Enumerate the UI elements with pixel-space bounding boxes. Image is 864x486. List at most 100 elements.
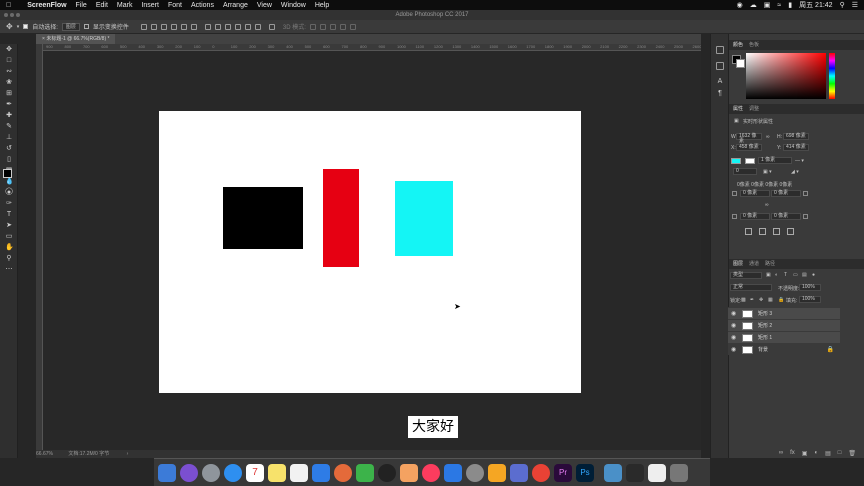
launchpad-icon[interactable] <box>202 463 220 482</box>
quick-mask-icon[interactable]: ◯ <box>5 188 13 196</box>
path-select-tool-icon[interactable]: ➤ <box>5 222 13 230</box>
menu-view[interactable]: View <box>257 2 272 9</box>
menu-mark[interactable]: Mark <box>117 2 133 9</box>
system-preferences-icon[interactable] <box>466 463 484 482</box>
tab-color[interactable]: 颜色 <box>733 40 743 50</box>
lock-all-icon[interactable]: 🔒 <box>778 297 784 303</box>
delete-layer-icon[interactable]: 🗑 <box>848 450 856 457</box>
path-combine-icon[interactable] <box>745 228 752 235</box>
tab-adjustments[interactable]: 调整 <box>749 104 759 114</box>
w-field[interactable]: 1632 像素 <box>736 133 762 144</box>
new-group-icon[interactable]: ▤ <box>825 450 831 457</box>
roll-3d-icon[interactable] <box>319 23 326 30</box>
screenflow-icon[interactable] <box>510 463 528 482</box>
menu-arrange[interactable]: Arrange <box>223 2 248 9</box>
adjustment-layer-icon[interactable]: ◐ <box>814 450 818 456</box>
apple-icon[interactable]:  <box>6 2 11 9</box>
minimize-button[interactable] <box>10 13 14 17</box>
trash-icon[interactable] <box>670 463 688 482</box>
reminders-icon[interactable] <box>290 463 308 482</box>
layer-row[interactable]: ◉ 矩形 2 <box>728 319 840 331</box>
path-intersect-icon[interactable] <box>773 228 780 235</box>
layer-name[interactable]: 背景 <box>758 344 768 356</box>
blend-mode-dropdown[interactable]: 正常 <box>730 284 772 291</box>
stroke-type-dropdown-icon[interactable]: — ▾ <box>795 158 804 164</box>
zoom-level[interactable]: 66.67% <box>36 451 53 457</box>
app-store-icon[interactable] <box>444 463 462 482</box>
photoshop-icon[interactable]: Ps <box>576 463 594 482</box>
search-icon[interactable]: ⚲ <box>840 1 845 9</box>
rotate-field[interactable]: 0 <box>733 168 757 175</box>
fill-field[interactable]: 100% <box>799 296 821 303</box>
corner-tl-field[interactable]: 0 像素 <box>740 190 770 197</box>
move-tool-icon[interactable]: ✥ <box>6 22 13 31</box>
hue-slider[interactable] <box>829 53 835 99</box>
menu-edit[interactable]: Edit <box>96 2 108 9</box>
status-menu-icon[interactable]: › <box>127 451 129 457</box>
siri-icon[interactable] <box>180 463 198 482</box>
keynote-icon[interactable] <box>312 463 330 482</box>
layer-visibility-icon[interactable]: ◉ <box>731 344 736 356</box>
layer-row[interactable]: ◉ 矩形 3 <box>728 307 840 319</box>
document-tab[interactable]: × 未标题-1 @ 66.7%(RGB/8) * <box>36 34 116 44</box>
filter-type-icon[interactable]: T <box>784 272 787 278</box>
pages-icon[interactable] <box>400 463 418 482</box>
close-button[interactable] <box>4 13 8 17</box>
rotate-3d-icon[interactable] <box>309 23 316 30</box>
safari-icon[interactable] <box>224 463 242 482</box>
fill-swatch[interactable] <box>731 158 741 164</box>
path-subtract-icon[interactable] <box>759 228 766 235</box>
align-bottom-icon[interactable] <box>160 23 167 30</box>
auto-align-icon[interactable] <box>268 23 275 30</box>
lock-artboard-icon[interactable]: ▦ <box>768 297 773 303</box>
character-panel-icon[interactable]: A <box>716 78 724 86</box>
tab-paths[interactable]: 路径 <box>765 259 775 269</box>
opacity-field[interactable]: 100% <box>799 284 821 291</box>
lock-position-icon[interactable]: ✥ <box>759 297 763 303</box>
slide-3d-icon[interactable] <box>339 23 346 30</box>
sketch-icon[interactable] <box>488 463 506 482</box>
y-field[interactable]: 414 像素 <box>783 144 809 151</box>
rectangle-2-red[interactable] <box>323 169 359 267</box>
document-canvas[interactable] <box>159 111 581 393</box>
zoom-button[interactable] <box>16 13 20 17</box>
path-exclude-icon[interactable] <box>787 228 794 235</box>
move-tool-icon[interactable]: ✥ <box>5 46 13 54</box>
filter-toggle-icon[interactable]: ● <box>812 272 815 278</box>
type-tool-icon[interactable]: T <box>5 211 13 219</box>
corner-br-field[interactable]: 0 像素 <box>771 213 801 220</box>
distribute-vcenter-icon[interactable] <box>214 23 221 30</box>
align-vcenter-icon[interactable] <box>150 23 157 30</box>
history-brush-tool-icon[interactable]: ↺ <box>5 145 13 153</box>
h-field[interactable]: 698 像素 <box>783 133 809 140</box>
wechat-icon[interactable] <box>356 463 374 482</box>
distribute-bottom-icon[interactable] <box>224 23 231 30</box>
tab-channels[interactable]: 通道 <box>749 259 759 269</box>
lock-transparency-icon[interactable]: ▩ <box>741 297 746 303</box>
rectangle-1-black[interactable] <box>223 187 303 249</box>
align-hcenter-icon[interactable] <box>180 23 187 30</box>
filter-pixel-icon[interactable]: ▣ <box>766 272 771 278</box>
new-layer-icon[interactable]: □ <box>838 450 842 456</box>
stroke-width-field[interactable]: 1 像素 <box>758 157 792 164</box>
photos-icon[interactable] <box>334 463 352 482</box>
menu-window[interactable]: Window <box>281 2 306 9</box>
corner-bl-field[interactable]: 0 像素 <box>740 213 770 220</box>
link-corners-icon[interactable]: ∞ <box>765 202 769 208</box>
stroke-swatch[interactable] <box>745 158 755 164</box>
lasso-tool-icon[interactable]: ∾ <box>5 68 13 76</box>
stroke-align-icon[interactable]: ▣ ▾ <box>763 169 772 175</box>
show-transform-checkbox[interactable] <box>83 24 89 29</box>
finder-icon[interactable] <box>158 463 176 482</box>
scale-3d-icon[interactable] <box>349 23 356 30</box>
zoom-tool-icon[interactable]: ⚲ <box>5 255 13 263</box>
menu-app-screenflow[interactable]: ScreenFlow <box>27 2 66 9</box>
battery-icon[interactable]: ▮ <box>788 1 792 9</box>
stroke-corner-icon[interactable]: ◢ ▾ <box>791 169 799 175</box>
menu-font[interactable]: Font <box>168 2 182 9</box>
clone-stamp-tool-icon[interactable]: ⊥ <box>5 134 13 142</box>
layer-kind-filter[interactable]: 类型 <box>730 272 762 279</box>
menu-file[interactable]: File <box>76 2 87 9</box>
cloud-icon[interactable]: ☁ <box>750 1 757 9</box>
layer-row[interactable]: ◉ 矩形 1 <box>728 331 840 343</box>
